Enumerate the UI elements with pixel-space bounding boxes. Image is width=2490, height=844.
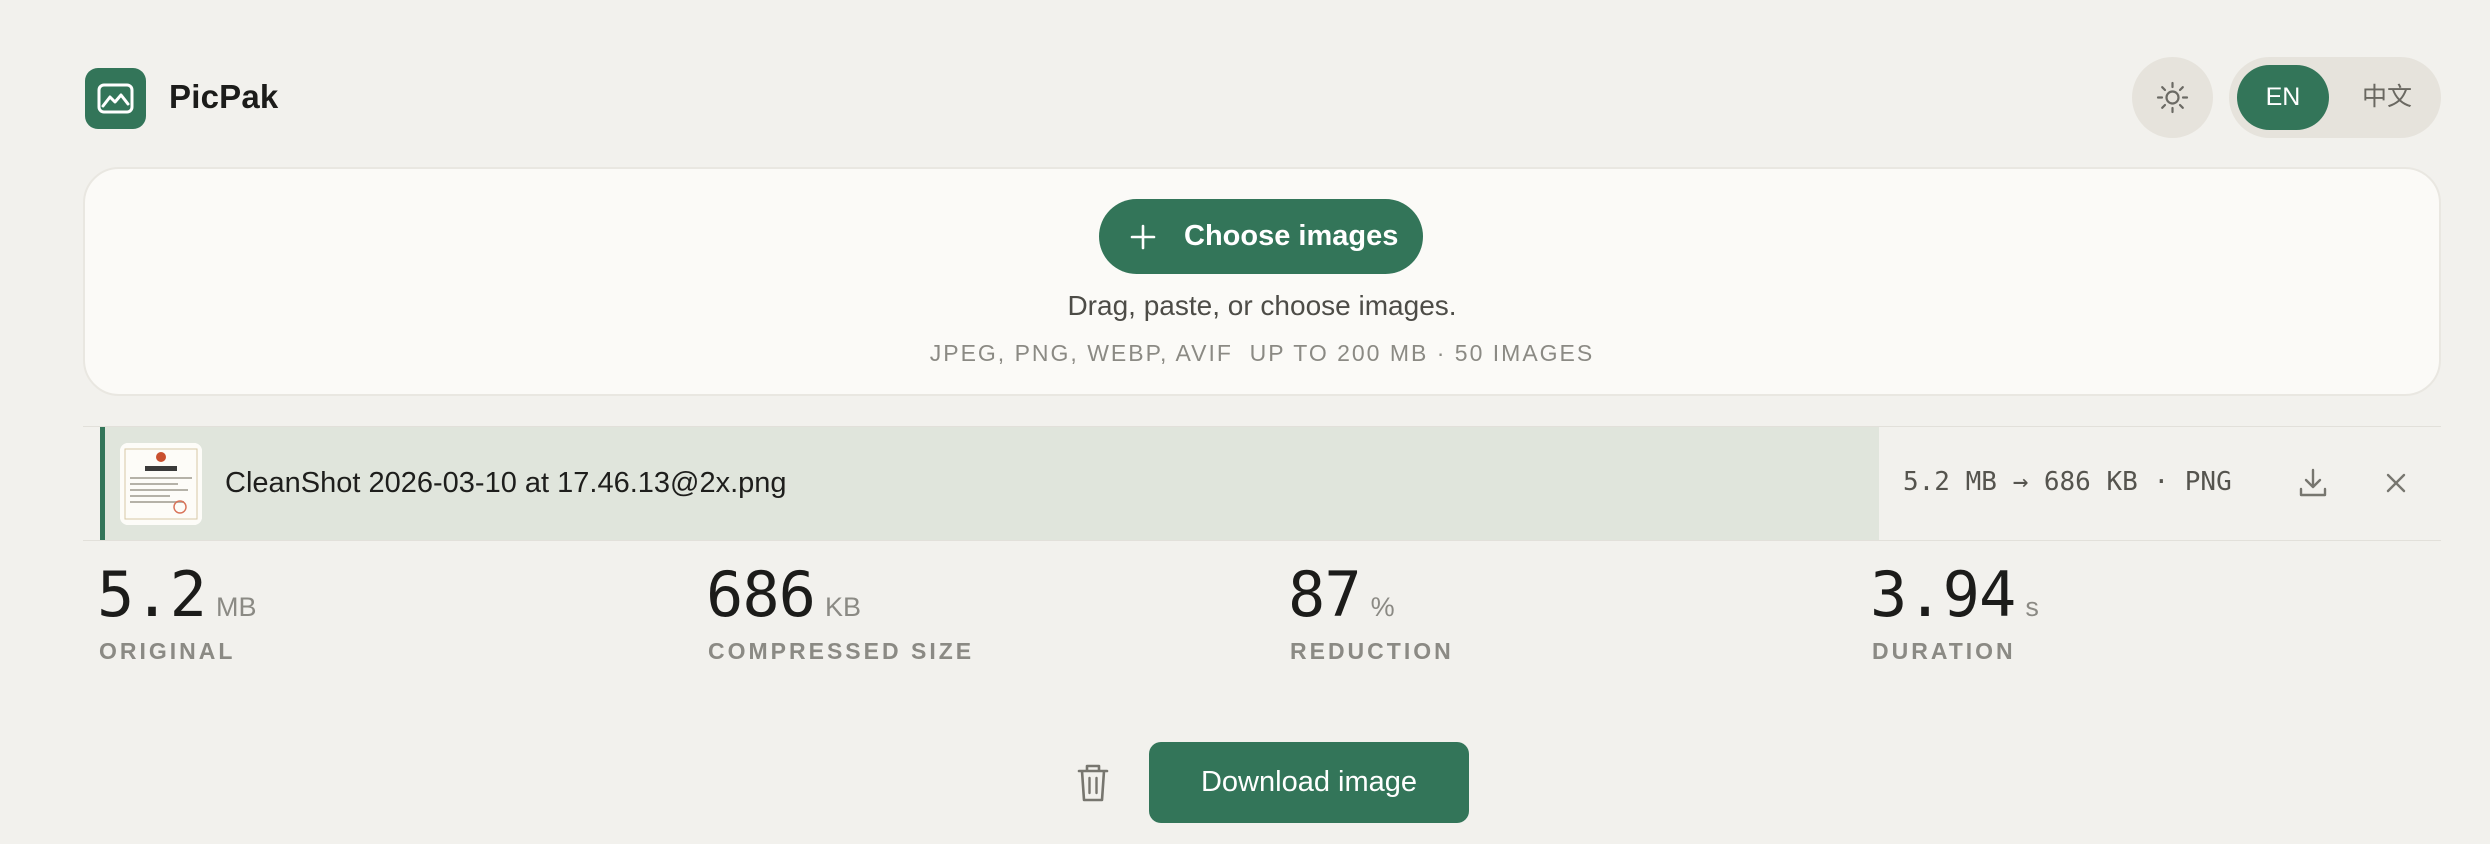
theme-toggle-button[interactable] xyxy=(2132,57,2213,138)
stat-original-unit: MB xyxy=(215,592,257,622)
plus-icon xyxy=(1130,224,1156,250)
stat-original-value: 5.2 xyxy=(97,558,207,631)
stat-duration-unit: s xyxy=(2025,592,2039,622)
dropzone-hint: Drag, paste, or choose images. xyxy=(1067,290,1457,321)
language-option-zh[interactable]: 中文 xyxy=(2341,65,2433,130)
language-option-en[interactable]: EN xyxy=(2237,65,2329,130)
stat-reduction-unit: % xyxy=(1370,592,1395,622)
close-icon[interactable] xyxy=(2378,465,2414,501)
trash-icon[interactable] xyxy=(1072,760,1114,806)
stat-compressed-unit: KB xyxy=(824,592,862,622)
stat-reduction-value: 87 xyxy=(1288,558,1362,631)
download-icon[interactable] xyxy=(2293,463,2333,503)
choose-images-label: Choose images xyxy=(1184,220,1399,252)
choose-images-button[interactable]: Choose images xyxy=(1099,199,1423,274)
stat-duration-label: DURATION xyxy=(1872,638,2016,664)
stat-compressed-value: 686 xyxy=(706,558,816,631)
stat-reduction-label: REDUCTION xyxy=(1290,638,1454,664)
dropzone-formats: JPEG, PNG, WEBP, AVIF UP TO 200 MB · 50 … xyxy=(929,340,1595,366)
file-compression-stats: 5.2 MB → 686 KB · PNG xyxy=(1903,467,2232,497)
app-logo-icon xyxy=(85,68,146,129)
language-switch: EN 中文 xyxy=(2229,57,2441,138)
stat-compressed-label: COMPRESSED SIZE xyxy=(708,638,975,664)
file-accent-bar xyxy=(100,427,105,540)
file-row: CleanShot 2026-03-10 at 17.46.13@2x.png … xyxy=(83,426,2441,541)
stat-original-label: ORIGINAL xyxy=(99,638,236,664)
stat-duration-value: 3.94 xyxy=(1870,558,2016,631)
file-thumbnail xyxy=(120,443,202,525)
file-name: CleanShot 2026-03-10 at 17.46.13@2x.png xyxy=(225,467,787,499)
sun-icon xyxy=(2156,81,2189,114)
app-header: PicPak EN 中文 xyxy=(0,0,2490,160)
app-name: PicPak xyxy=(169,78,279,115)
download-image-button[interactable]: Download image xyxy=(1149,742,1469,823)
